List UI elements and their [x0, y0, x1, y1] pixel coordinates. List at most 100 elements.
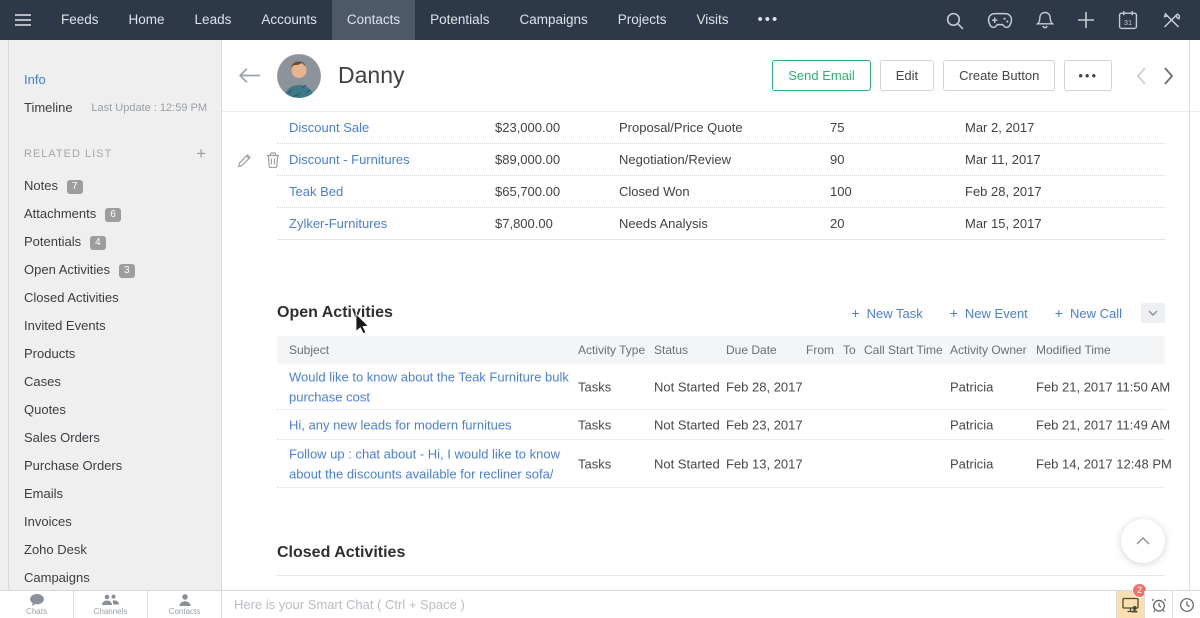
scroll-to-top-button[interactable] — [1121, 519, 1165, 563]
nav-item-contacts[interactable]: Contacts — [332, 0, 415, 40]
potential-amount: $65,700.00 — [495, 176, 560, 208]
open-activities-title: Open Activities — [277, 304, 393, 322]
nav-item-feeds[interactable]: Feeds — [46, 0, 114, 40]
sidebar-item-products[interactable]: Products — [24, 340, 221, 368]
chat-tab-contacts[interactable]: Contacts — [148, 591, 222, 618]
screen-share-icon[interactable]: 2 — [1116, 591, 1144, 618]
reminder-alarm-icon[interactable] — [1144, 591, 1172, 618]
activity-subject-link[interactable]: Would like to know about the Teak Furnit… — [289, 368, 569, 407]
chat-tab-channels[interactable]: Channels — [74, 591, 148, 618]
top-nav: Feeds Home Leads Accounts Contacts Poten… — [0, 0, 1200, 40]
new-task-link[interactable]: +New Task — [851, 305, 922, 321]
sidebar-item-zoho-desk[interactable]: Zoho Desk — [24, 536, 221, 564]
potential-row: Zylker-Furnitures $7,800.00 Needs Analys… — [222, 208, 1200, 240]
edit-pencil-icon[interactable] — [237, 153, 252, 168]
sidebar-item-invoices[interactable]: Invoices — [24, 508, 221, 536]
history-clock-icon[interactable] — [1172, 591, 1200, 618]
potential-stage: Needs Analysis — [619, 208, 708, 240]
delete-trash-icon[interactable] — [266, 152, 280, 168]
sidebar-item-cases[interactable]: Cases — [24, 368, 221, 396]
sidebar-item-campaigns[interactable]: Campaigns — [24, 564, 221, 590]
notifications-bell-icon[interactable] — [1036, 10, 1054, 30]
potential-close-date: Mar 15, 2017 — [965, 208, 1042, 240]
new-call-link[interactable]: +New Call — [1055, 305, 1122, 321]
nav-more-icon[interactable]: ••• — [744, 0, 794, 40]
sidebar-item-potentials[interactable]: Potentials4 — [24, 228, 221, 256]
setup-tools-icon[interactable] — [1161, 10, 1182, 30]
potential-name-link[interactable]: Discount Sale — [289, 112, 369, 144]
closed-activities-section: Closed Activities — [277, 544, 1165, 576]
activity-status: Not Started — [654, 457, 720, 472]
nav-item-leads[interactable]: Leads — [180, 0, 247, 40]
sidebar-item-info[interactable]: Info — [24, 66, 221, 94]
nav-item-campaigns[interactable]: Campaigns — [504, 0, 602, 40]
sidebar-item-sales-orders[interactable]: Sales Orders — [24, 424, 221, 452]
potential-close-date: Feb 28, 2017 — [965, 176, 1042, 208]
nav-item-visits[interactable]: Visits — [682, 0, 744, 40]
sidebar-item-timeline[interactable]: Timeline Last Update : 12:59 PM — [24, 94, 221, 122]
potential-close-date: Mar 2, 2017 — [965, 112, 1034, 144]
chat-tab-chats[interactable]: Chats — [0, 591, 74, 618]
potential-amount: $23,000.00 — [495, 112, 560, 144]
potential-name-link[interactable]: Discount - Furnitures — [289, 144, 410, 176]
send-email-button[interactable]: Send Email — [772, 60, 870, 91]
previous-record-icon[interactable] — [1136, 67, 1147, 85]
create-button[interactable]: Create Button — [943, 60, 1055, 91]
activity-subject-link[interactable]: Follow up : chat about - Hi, I would lik… — [289, 445, 569, 484]
activity-modified-time: Feb 21, 2017 11:50 AM — [1036, 380, 1170, 395]
activity-type: Tasks — [578, 457, 611, 472]
activity-owner: Patricia — [950, 380, 993, 395]
sidebar-item-invited-events[interactable]: Invited Events — [24, 312, 221, 340]
nav-item-accounts[interactable]: Accounts — [246, 0, 332, 40]
contact-avatar[interactable] — [277, 54, 321, 98]
activity-type: Tasks — [578, 380, 611, 395]
contact-header: Danny Send Email Edit Create Button ••• — [222, 40, 1200, 112]
activity-modified-time: Feb 21, 2017 11:49 AM — [1036, 418, 1170, 433]
add-related-list-icon[interactable]: + — [196, 142, 207, 166]
sidebar-item-notes[interactable]: Notes7 — [24, 172, 221, 200]
people-group-icon — [102, 594, 119, 606]
nav-item-home[interactable]: Home — [114, 0, 180, 40]
contact-name: Danny — [338, 62, 404, 89]
nav-item-potentials[interactable]: Potentials — [415, 0, 504, 40]
smart-chat-bar: Chats Channels Contacts 2 — [0, 590, 1200, 618]
more-actions-icon[interactable]: ••• — [1064, 60, 1112, 91]
potential-close-date: Mar 11, 2017 — [965, 144, 1041, 176]
potential-name-link[interactable]: Teak Bed — [289, 176, 343, 208]
activity-due-date: Feb 23, 2017 — [726, 418, 803, 433]
activity-status: Not Started — [654, 380, 720, 395]
activity-type: Tasks — [578, 418, 611, 433]
sidebar-item-open-activities[interactable]: Open Activities3 — [24, 256, 221, 284]
sidebar-item-attachments[interactable]: Attachments6 — [24, 200, 221, 228]
potential-amount: $89,000.00 — [495, 144, 560, 176]
search-icon[interactable] — [945, 11, 964, 30]
nav-item-projects[interactable]: Projects — [603, 0, 682, 40]
edit-button[interactable]: Edit — [880, 60, 934, 91]
collapse-section-chevron-icon[interactable] — [1141, 303, 1165, 323]
svg-text:31: 31 — [1124, 18, 1132, 27]
activity-subject-link[interactable]: Hi, any new leads for modern furnitues — [289, 415, 569, 435]
contact-detail-main: Danny Send Email Edit Create Button ••• … — [222, 40, 1200, 590]
potential-amount: $7,800.00 — [495, 208, 553, 240]
calendar-icon[interactable]: 31 — [1118, 10, 1138, 30]
sidebar-item-quotes[interactable]: Quotes — [24, 396, 221, 424]
nav-right-icons: 31 — [945, 10, 1200, 30]
activity-owner: Patricia — [950, 418, 993, 433]
back-arrow-icon[interactable] — [238, 67, 261, 84]
add-plus-icon[interactable] — [1077, 11, 1095, 29]
plus-icon: + — [1055, 305, 1063, 321]
potential-probability: 100 — [830, 176, 852, 208]
new-event-link[interactable]: +New Event — [950, 305, 1028, 321]
section-divider — [277, 575, 1165, 576]
sidebar-item-closed-activities[interactable]: Closed Activities — [24, 284, 221, 312]
next-record-icon[interactable] — [1163, 67, 1174, 85]
potential-stage: Proposal/Price Quote — [619, 112, 743, 144]
potential-name-link[interactable]: Zylker-Furnitures — [289, 208, 387, 240]
menu-icon[interactable] — [0, 13, 46, 27]
sidebar-item-emails[interactable]: Emails — [24, 480, 221, 508]
record-pager — [1136, 67, 1174, 85]
count-badge: 6 — [105, 208, 121, 222]
sidebar-item-purchase-orders[interactable]: Purchase Orders — [24, 452, 221, 480]
gamepad-icon[interactable] — [987, 12, 1013, 29]
smart-chat-input[interactable] — [222, 591, 1116, 618]
